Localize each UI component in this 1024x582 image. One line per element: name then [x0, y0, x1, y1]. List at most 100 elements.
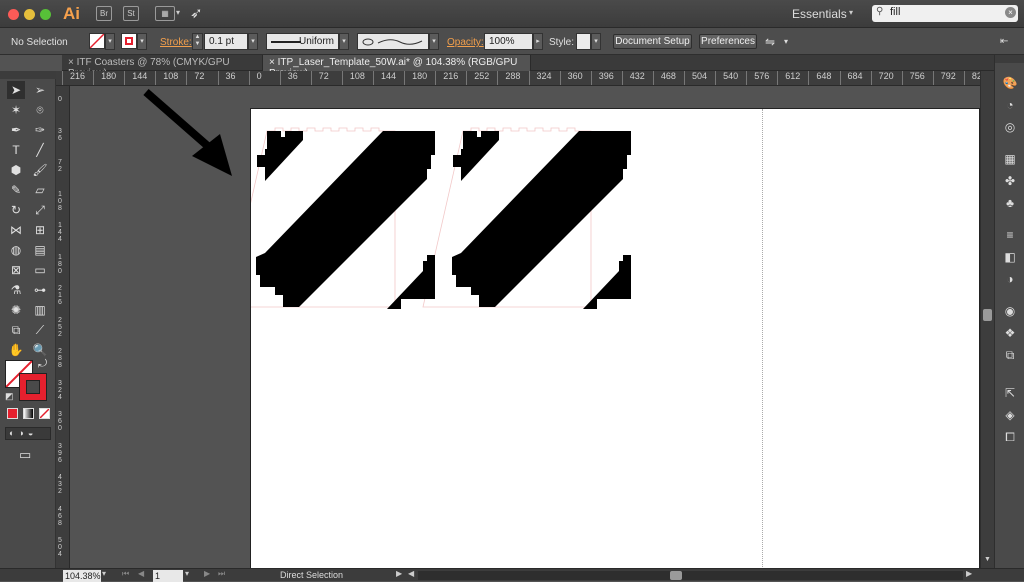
chevron-down-icon[interactable]: ▾	[849, 8, 853, 17]
rotate-tool-icon[interactable]: ↻	[7, 201, 25, 219]
perspective-grid-tool-icon[interactable]: ▤	[31, 241, 49, 259]
stroke-swatch[interactable]	[121, 33, 137, 49]
hand-tool-icon[interactable]: ✋	[7, 341, 25, 359]
graphic-style-swatch[interactable]	[576, 33, 591, 50]
close-icon[interactable]: ×	[68, 57, 77, 68]
stroke-label[interactable]: Stroke:	[160, 37, 192, 48]
polygon-tool-icon[interactable]: ⬢	[7, 161, 25, 179]
stroke-dropdown-icon[interactable]: ▾	[137, 33, 147, 50]
fill-dropdown-icon[interactable]: ▾	[105, 33, 115, 50]
tab-itp-laser-template[interactable]: × ITP_Laser_Template_50W.ai* @ 104.38% (…	[263, 55, 531, 79]
brush-dropdown-icon[interactable]: ▾	[429, 33, 439, 50]
first-artboard-icon[interactable]: ⏮	[122, 569, 129, 579]
style-dropdown-icon[interactable]: ▾	[591, 33, 601, 50]
fill-none-swatch[interactable]	[89, 33, 105, 49]
stock-icon[interactable]: St	[123, 6, 139, 21]
shaper-tool-icon[interactable]: ✎	[7, 181, 25, 199]
color-panel-icon[interactable]: 🎨	[1002, 75, 1018, 91]
status-menu-icon[interactable]: ▶	[396, 569, 402, 578]
chevron-down-icon[interactable]: ▾	[176, 8, 180, 17]
clear-search-icon[interactable]: ×	[1005, 7, 1016, 18]
variable-width-profile[interactable]: Uniform	[266, 33, 339, 50]
drawing-modes-icon[interactable]: ◐◑◒	[5, 427, 51, 440]
tab-itf-coasters[interactable]: × ITF Coasters @ 78% (CMYK/GPU Preview)	[62, 55, 263, 79]
gpu-rocket-icon[interactable]: ➶	[190, 4, 203, 22]
free-transform-tool-icon[interactable]: ⊞	[31, 221, 49, 239]
close-window-button[interactable]	[8, 9, 19, 20]
tools-panel-header[interactable]	[0, 71, 56, 79]
zoom-tool-icon[interactable]: 🔍	[31, 341, 49, 359]
stroke-stepper[interactable]: ▲ ▼	[192, 33, 203, 50]
swatches-icon[interactable]: ▦	[1002, 151, 1018, 167]
artboard-number-input[interactable]: 1	[153, 570, 183, 582]
opacity-label[interactable]: Opacity:	[447, 37, 484, 48]
opacity-arrow-icon[interactable]: ▸	[533, 33, 543, 50]
stroke-weight-dropdown-icon[interactable]: ▾	[248, 33, 258, 50]
appearance-icon[interactable]: ◉	[1002, 303, 1018, 319]
zoom-dropdown-icon[interactable]: ▾	[102, 569, 106, 578]
artboard-dropdown-icon[interactable]: ▾	[185, 569, 189, 578]
document-setup-button[interactable]: Document Setup	[613, 34, 692, 49]
coaster-artwork[interactable]	[251, 109, 651, 309]
gradient-tool-icon[interactable]: ▭	[31, 261, 49, 279]
brush-definition[interactable]	[357, 33, 429, 50]
panel-menu-icon[interactable]: ⇤	[1000, 36, 1008, 47]
scroll-thumb[interactable]	[983, 309, 992, 321]
layers-icon[interactable]: ◈	[1002, 407, 1018, 423]
brushes-icon[interactable]: ✤	[1002, 173, 1018, 189]
zoom-level-input[interactable]: 104.38%	[63, 570, 101, 582]
shape-builder-tool-icon[interactable]: ◍	[7, 241, 25, 259]
scale-tool-icon[interactable]: ⤢	[31, 201, 49, 219]
stroke-color-red[interactable]	[19, 373, 47, 401]
layers-alt-icon[interactable]: ⧉	[1002, 347, 1018, 363]
paintbrush-tool-icon[interactable]: 🖌	[31, 161, 49, 179]
coaster-left[interactable]	[256, 131, 435, 309]
artboard[interactable]	[250, 108, 980, 568]
direct-selection-tool-icon[interactable]: ➢	[31, 81, 49, 99]
scroll-left-icon[interactable]: ◀	[408, 569, 414, 578]
line-segment-tool-icon[interactable]: ╱	[31, 141, 49, 159]
export-asset-icon[interactable]: ⇱	[1002, 385, 1018, 401]
eraser-tool-icon[interactable]: ▱	[31, 181, 49, 199]
next-artboard-icon[interactable]: ▶	[204, 569, 210, 578]
column-graph-tool-icon[interactable]: ▥	[31, 301, 49, 319]
symbol-sprayer-tool-icon[interactable]: ✺	[7, 301, 25, 319]
close-icon[interactable]: ×	[269, 57, 278, 68]
gradient-mode-icon[interactable]	[23, 408, 34, 419]
arrange-icon[interactable]: ⇋	[765, 35, 775, 49]
arrange-documents-icon[interactable]: ▦	[155, 6, 175, 21]
pen-tool-icon[interactable]: ✒	[7, 121, 25, 139]
previous-artboard-icon[interactable]: ◀	[138, 569, 144, 578]
search-input[interactable]: ⚲ fill ×	[872, 5, 1018, 22]
screen-mode-icon[interactable]: ▭	[19, 447, 31, 463]
curvature-tool-icon[interactable]: ✑	[31, 121, 49, 139]
opacity-input[interactable]: 100%	[484, 33, 533, 50]
vertical-ruler[interactable]: 0 3 6 7 2 1 0 8 1 4 4 1 8 0 2 1 6 2 5 2 2 8 8 3 2…	[56, 86, 70, 568]
transparency-icon[interactable]: ◑	[1002, 271, 1018, 287]
gradient-panel-icon[interactable]: ◧	[1002, 249, 1018, 265]
current-tool-status[interactable]: Direct Selection	[280, 570, 343, 580]
width-tool-icon[interactable]: ⋈	[7, 221, 25, 239]
scroll-down-icon[interactable]: ▼	[984, 556, 991, 563]
graphic-styles-icon[interactable]: ❖	[1002, 325, 1018, 341]
selection-tool-icon[interactable]: ➤	[7, 81, 25, 99]
horizontal-scroll-thumb[interactable]	[670, 571, 682, 580]
chevron-down-icon[interactable]: ▾	[784, 37, 788, 46]
last-artboard-icon[interactable]: ⏭	[218, 569, 225, 579]
lasso-tool-icon[interactable]: ⌾	[31, 101, 49, 119]
dock-header[interactable]	[995, 55, 1024, 63]
slice-tool-icon[interactable]: ⟋	[31, 321, 49, 339]
default-colors-icon[interactable]: ◩	[5, 391, 14, 402]
artboards-panel-icon[interactable]: ⧠	[1002, 429, 1018, 445]
stroke-panel-icon[interactable]: ≡	[1002, 227, 1018, 243]
horizontal-ruler[interactable]: 216 180 144 108 72 36 0 36 72 108 144 180 216 252 288 3…	[62, 71, 994, 86]
eyedropper-tool-icon[interactable]: ⚗	[7, 281, 25, 299]
stroke-weight-input[interactable]: 0.1 pt	[204, 33, 248, 50]
none-mode-icon[interactable]	[39, 408, 50, 419]
swap-fill-stroke-icon[interactable]: ⤾	[38, 358, 47, 371]
type-tool-icon[interactable]: T	[7, 141, 25, 159]
zoom-window-button[interactable]	[40, 9, 51, 20]
bridge-icon[interactable]: Br	[96, 6, 112, 21]
artboard-tool-icon[interactable]: ⧉	[7, 321, 25, 339]
magic-wand-tool-icon[interactable]: ✶	[7, 101, 25, 119]
